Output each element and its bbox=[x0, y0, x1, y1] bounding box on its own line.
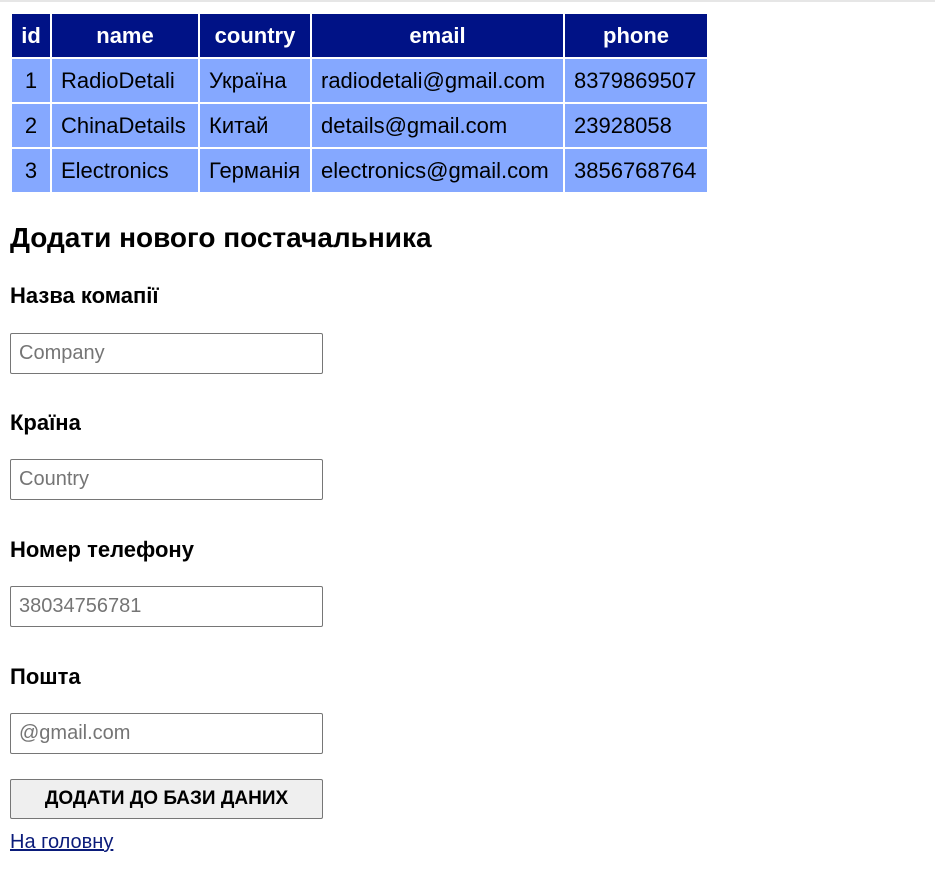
table-row: 1 RadioDetali Україна radiodetali@gmail.… bbox=[12, 59, 707, 102]
cell-name: ChinaDetails bbox=[52, 104, 198, 147]
cell-email: electronics@gmail.com bbox=[312, 149, 563, 192]
home-link[interactable]: На головну bbox=[10, 831, 113, 854]
cell-id: 2 bbox=[12, 104, 50, 147]
cell-country: Китай bbox=[200, 104, 310, 147]
column-header-id: id bbox=[12, 14, 50, 57]
country-input[interactable] bbox=[10, 459, 323, 500]
cell-email: radiodetali@gmail.com bbox=[312, 59, 563, 102]
suppliers-table: id name country email phone 1 RadioDetal… bbox=[10, 12, 709, 194]
cell-phone: 23928058 bbox=[565, 104, 707, 147]
column-header-country: country bbox=[200, 14, 310, 57]
country-label: Країна bbox=[10, 410, 81, 435]
cell-country: Україна bbox=[200, 59, 310, 102]
table-header-row: id name country email phone bbox=[12, 14, 707, 57]
cell-country: Германія bbox=[200, 149, 310, 192]
table-row: 3 Electronics Германія electronics@gmail… bbox=[12, 149, 707, 192]
table-row: 2 ChinaDetails Китай details@gmail.com 2… bbox=[12, 104, 707, 147]
company-input[interactable] bbox=[10, 333, 323, 374]
email-label: Пошта bbox=[10, 664, 81, 689]
column-header-name: name bbox=[52, 14, 198, 57]
email-input[interactable] bbox=[10, 713, 323, 754]
company-label: Назва комапії bbox=[10, 283, 159, 308]
cell-phone: 8379869507 bbox=[565, 59, 707, 102]
phone-input[interactable] bbox=[10, 586, 323, 627]
form-title: Додати нового постачальника bbox=[10, 222, 432, 253]
cell-id: 1 bbox=[12, 59, 50, 102]
top-divider bbox=[0, 0, 935, 2]
cell-name: Electronics bbox=[52, 149, 198, 192]
column-header-email: email bbox=[312, 14, 563, 57]
add-to-database-button[interactable]: ДОДАТИ ДО БАЗИ ДАНИХ bbox=[10, 779, 323, 819]
phone-label: Номер телефону bbox=[10, 537, 194, 562]
column-header-phone: phone bbox=[565, 14, 707, 57]
cell-id: 3 bbox=[12, 149, 50, 192]
cell-email: details@gmail.com bbox=[312, 104, 563, 147]
cell-name: RadioDetali bbox=[52, 59, 198, 102]
cell-phone: 3856768764 bbox=[565, 149, 707, 192]
